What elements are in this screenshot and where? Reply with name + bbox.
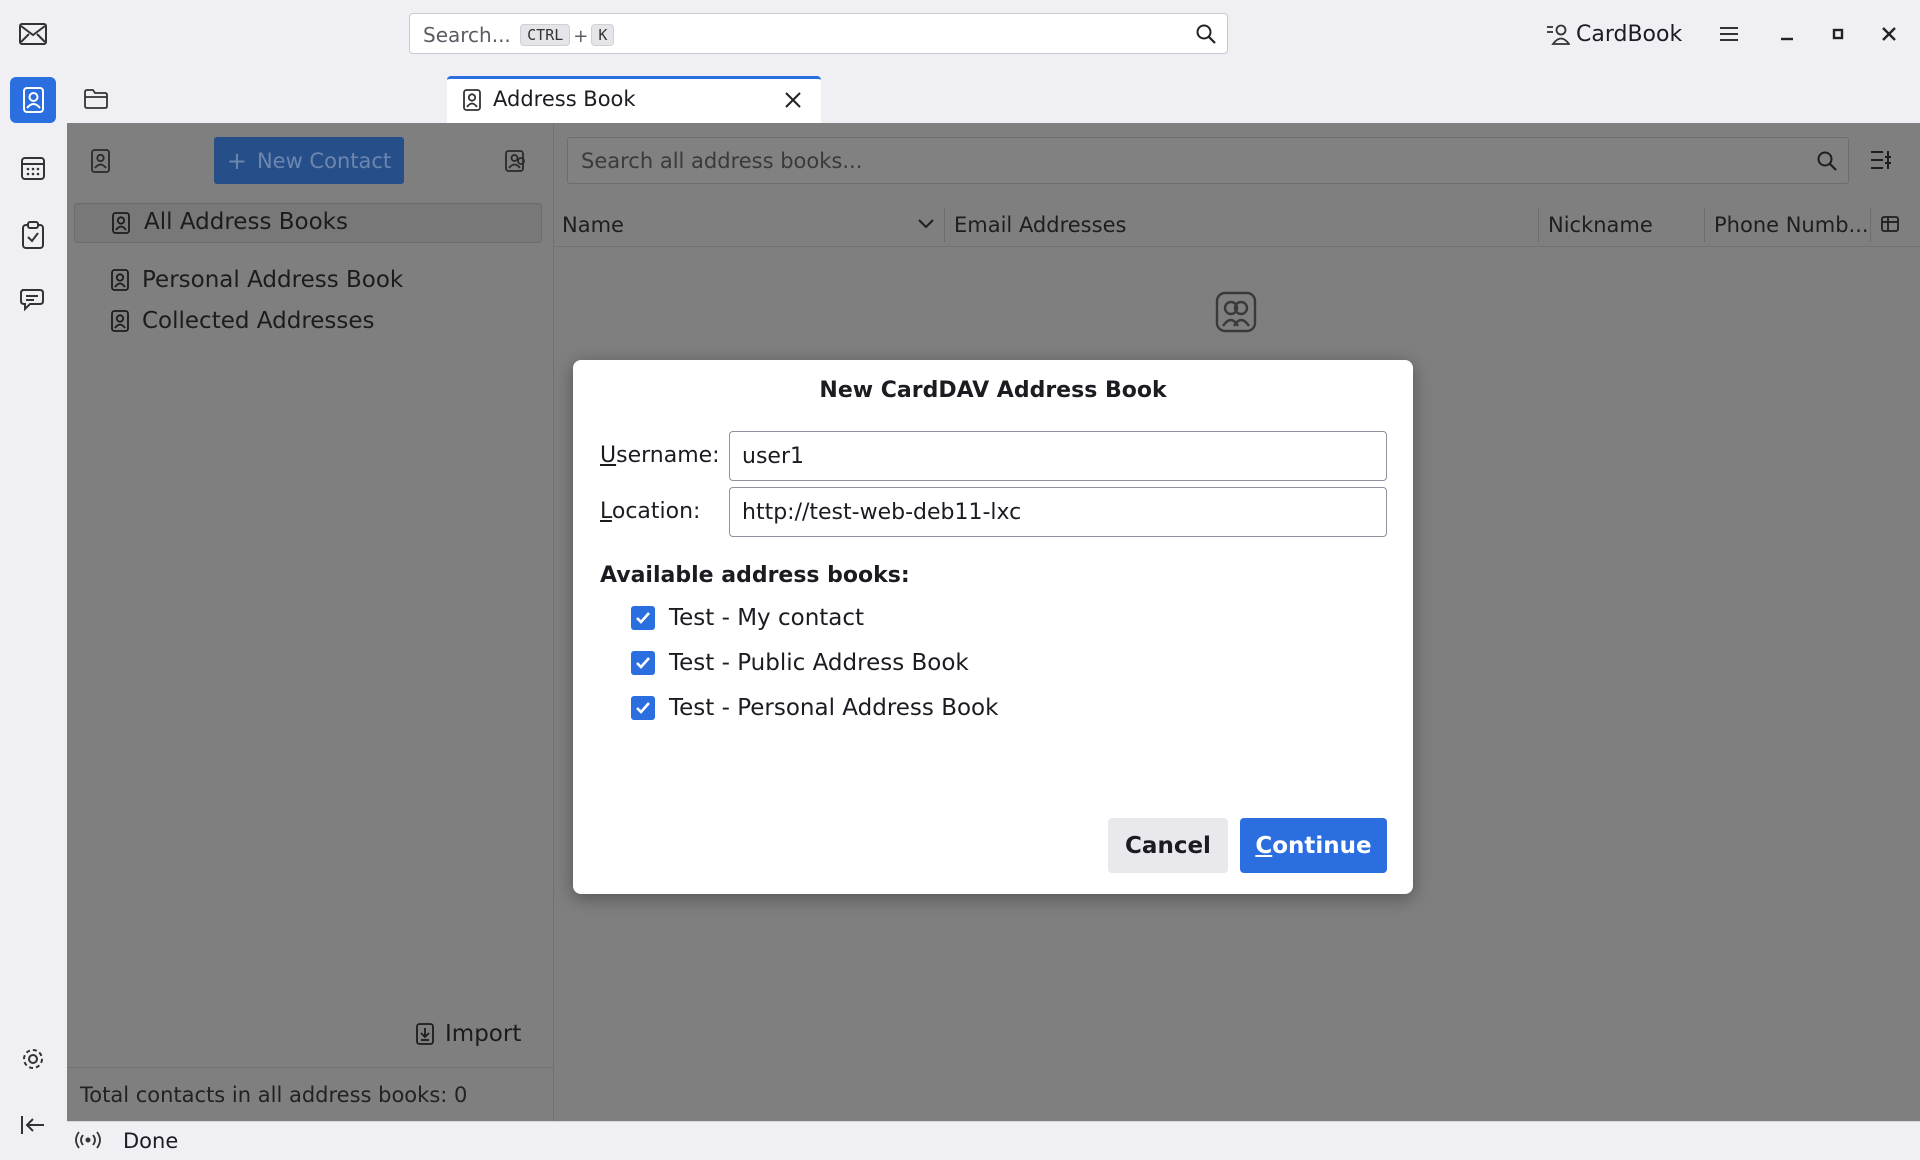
tab-bar — [67, 68, 1920, 123]
column-picker-icon[interactable] — [1881, 215, 1899, 233]
cardbook-button[interactable]: CardBook — [1546, 14, 1682, 54]
address-book-icon[interactable] — [10, 77, 56, 123]
list-view-options-icon[interactable] — [1869, 149, 1893, 171]
divider — [67, 1067, 553, 1068]
total-contacts-text: Total contacts in all address books: 0 — [80, 1083, 468, 1107]
chevron-down-icon[interactable] — [917, 218, 935, 230]
search-icon[interactable] — [1195, 23, 1217, 45]
option-label: Test - Public Address Book — [669, 650, 969, 676]
status-text: Done — [123, 1129, 179, 1153]
calendar-icon[interactable] — [10, 145, 56, 191]
address-book-icon — [111, 310, 129, 332]
checkbox-checked[interactable] — [631, 696, 655, 720]
menu-icon[interactable] — [1711, 16, 1747, 52]
dialog-title: New CardDAV Address Book — [819, 378, 1167, 403]
tasks-icon[interactable] — [10, 212, 56, 258]
global-search-input[interactable]: Search... CTRL + K — [409, 13, 1228, 54]
maximize-icon[interactable] — [1820, 16, 1856, 52]
empty-address-book-icon — [1214, 290, 1258, 334]
address-book-icon — [111, 212, 131, 234]
username-input[interactable] — [729, 431, 1387, 481]
chat-icon[interactable] — [10, 278, 56, 324]
sidebar-item-label: All Address Books — [144, 209, 348, 235]
new-contact-label: New Contact — [256, 148, 392, 173]
cardbook-icon — [1547, 24, 1570, 45]
address-book-icon — [111, 269, 129, 291]
address-book-option[interactable]: Test - My contact — [631, 601, 864, 635]
new-address-book-icon[interactable] — [90, 149, 112, 173]
sidebar-item-label: Collected Addresses — [142, 308, 375, 334]
checkmark-icon — [636, 612, 650, 624]
column-phone[interactable]: Phone Numb... — [1714, 204, 1869, 246]
option-label: Test - My contact — [669, 605, 865, 631]
checkmark-icon — [636, 657, 650, 669]
checkbox-checked[interactable] — [631, 606, 655, 630]
username-label: Username: — [600, 443, 720, 468]
tab-address-book[interactable]: Address Book — [447, 76, 821, 123]
cancel-button[interactable]: Cancel — [1108, 818, 1228, 873]
address-book-search-input[interactable]: Search all address books... — [567, 137, 1849, 184]
minimize-icon[interactable] — [1769, 16, 1805, 52]
ctrl-key: CTRL — [520, 24, 571, 46]
new-carddav-dialog: New CardDAV Address Book Username: Locat… — [573, 360, 1413, 894]
new-list-icon[interactable] — [504, 149, 528, 173]
close-tab-icon[interactable] — [784, 91, 802, 109]
column-header-row: Name Email Addresses Nickname Phone Numb… — [553, 204, 1920, 247]
checkbox-checked[interactable] — [631, 651, 655, 675]
import-icon — [416, 1023, 434, 1045]
column-separator[interactable] — [944, 208, 945, 242]
tab-label: Address Book — [493, 87, 636, 111]
settings-icon[interactable] — [10, 1036, 56, 1082]
option-label: Test - Personal Address Book — [669, 695, 999, 721]
global-search-placeholder: Search... CTRL + K — [423, 23, 617, 47]
online-status-icon[interactable] — [75, 1130, 101, 1150]
close-window-icon[interactable] — [1871, 16, 1907, 52]
available-address-books-label: Available address books: — [600, 563, 910, 588]
column-nickname[interactable]: Nickname — [1548, 204, 1653, 246]
column-email[interactable]: Email Addresses — [954, 204, 1126, 246]
spaces-toolbar — [0, 0, 68, 1159]
location-input[interactable] — [729, 487, 1387, 537]
folder-icon[interactable] — [84, 89, 108, 109]
search-placeholder: Search all address books... — [581, 149, 863, 173]
location-label: Location: — [600, 499, 701, 524]
column-separator[interactable] — [1704, 208, 1705, 242]
address-book-option[interactable]: Test - Personal Address Book — [631, 691, 998, 725]
sidebar-item-collected-addresses[interactable]: Collected Addresses — [110, 303, 375, 339]
collapse-spaces-icon[interactable] — [10, 1102, 56, 1148]
cardbook-label: CardBook — [1576, 21, 1683, 47]
sidebar-item-personal-address-book[interactable]: Personal Address Book — [110, 262, 403, 298]
import-button[interactable]: Import — [415, 1016, 521, 1052]
import-label: Import — [445, 1021, 522, 1047]
checkmark-icon — [636, 702, 650, 714]
column-separator[interactable] — [1870, 208, 1871, 242]
k-key: K — [591, 24, 615, 46]
status-bar: Done — [67, 1121, 1920, 1160]
sidebar-item-label: Personal Address Book — [142, 267, 404, 293]
column-name[interactable]: Name — [562, 204, 624, 246]
search-icon[interactable] — [1816, 150, 1838, 172]
continue-button[interactable]: Continue — [1240, 818, 1387, 873]
new-contact-button[interactable]: + New Contact — [214, 137, 404, 184]
sidebar-item-all-address-books[interactable]: All Address Books — [74, 203, 542, 243]
mail-icon[interactable] — [10, 11, 56, 57]
address-book-icon — [462, 89, 482, 111]
address-book-option[interactable]: Test - Public Address Book — [631, 646, 969, 680]
plus-icon: + — [226, 146, 247, 175]
column-separator[interactable] — [1538, 208, 1539, 242]
